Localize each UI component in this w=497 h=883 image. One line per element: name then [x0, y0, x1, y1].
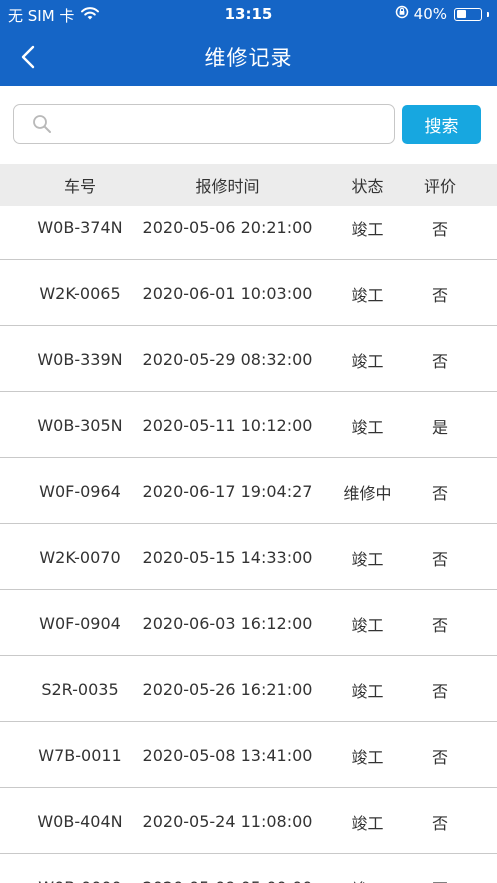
- cell-plate: S2R-0035: [41, 680, 119, 699]
- search-input[interactable]: [60, 105, 386, 143]
- header-status: 状态: [351, 177, 384, 196]
- table-row[interactable]: W0B-00002020-05-09 05:00:00 竣工否: [0, 854, 497, 883]
- cell-status: 竣工: [351, 219, 384, 239]
- cell-report-time: 2020-05-29 08:32:00: [142, 350, 313, 369]
- cell-rating: 否: [410, 866, 470, 883]
- cell-status: 竣工: [351, 615, 384, 635]
- cell-status: 竣工: [351, 549, 384, 569]
- cell-plate: W0B-305N: [37, 416, 123, 435]
- table-row[interactable]: W0B-404N 2020-05-24 11:08:00 竣工 否: [0, 788, 497, 854]
- status-right: 40%: [395, 5, 489, 23]
- cell-plate: W0F-0904: [39, 614, 121, 633]
- cell-rating: 否: [431, 483, 448, 503]
- cell-rating: 否: [431, 747, 448, 767]
- cell-report-time: 2020-05-09 05:00:00: [140, 866, 315, 883]
- cell-report-time: 2020-06-17 19:04:27: [142, 482, 313, 501]
- search-field[interactable]: [13, 104, 395, 144]
- battery-icon: [454, 7, 482, 21]
- orientation-lock-icon: [395, 5, 409, 23]
- cell-plate: W0B-0000: [20, 866, 140, 883]
- cell-status: 竣工: [351, 747, 384, 767]
- cell-report-time: 2020-06-01 10:03:00: [142, 284, 313, 303]
- cell-plate: W0B-404N: [37, 812, 123, 831]
- header-plate: 车号: [63, 177, 96, 196]
- cell-report-time: 2020-05-08 13:41:00: [142, 746, 313, 765]
- cell-status: 竣工: [351, 351, 384, 371]
- cell-rating: 否: [431, 615, 448, 635]
- cell-plate: W0B-374N: [37, 218, 123, 237]
- cell-report-time: 2020-05-11 10:12:00: [142, 416, 313, 435]
- table-header: 车号 报修时间 状态 评价: [0, 164, 497, 206]
- table-row[interactable]: W0F-0964 2020-06-17 19:04:27 维修中 否: [0, 458, 497, 524]
- cell-status: 竣工: [351, 285, 384, 305]
- search-icon: [32, 114, 52, 138]
- cell-rating: 否: [431, 351, 448, 371]
- battery-fill: [456, 10, 466, 18]
- status-bar: 无 SIM 卡 13:15 40%: [0, 0, 497, 28]
- cell-report-time: 2020-05-24 11:08:00: [142, 812, 313, 831]
- header-report-time: 报修时间: [195, 177, 260, 196]
- cell-report-time: 2020-05-06 20:21:00: [142, 218, 313, 237]
- cell-plate: W0B-339N: [37, 350, 123, 369]
- nav-bar: 维修记录: [0, 28, 497, 86]
- cell-report-time: 2020-05-26 16:21:00: [142, 680, 313, 699]
- cell-status: 竣工: [330, 866, 405, 883]
- cell-status: 竣工: [351, 813, 384, 833]
- table-row[interactable]: W0B-305N 2020-05-11 10:12:00 竣工 是: [0, 392, 497, 458]
- table-row[interactable]: W0B-339N 2020-05-29 08:32:00 竣工 否: [0, 326, 497, 392]
- cell-plate: W2K-0070: [39, 548, 121, 567]
- table-row[interactable]: W0B-374N 2020-05-06 20:21:00 竣工 否: [0, 206, 497, 260]
- cell-rating: 是: [431, 417, 448, 437]
- header-rating: 评价: [423, 177, 456, 196]
- record-list[interactable]: W0B-374N 2020-05-06 20:21:00 竣工否 W2K-0065 20…: [0, 206, 497, 883]
- cell-status: 维修中: [343, 483, 392, 503]
- cell-rating: 否: [431, 813, 448, 833]
- table-row[interactable]: S2R-0035 2020-05-26 16:21:00 竣工 否: [0, 656, 497, 722]
- cell-plate: W2K-0065: [39, 284, 121, 303]
- cell-rating: 否: [431, 285, 448, 305]
- search-button[interactable]: 搜索: [402, 105, 481, 144]
- cell-status: 竣工: [351, 681, 384, 701]
- cell-plate: W0F-0964: [39, 482, 121, 501]
- cell-status: 竣工: [351, 417, 384, 437]
- search-bar: 搜索: [0, 86, 497, 164]
- table-row[interactable]: W0F-0904 2020-06-03 16:12:00 竣工 否: [0, 590, 497, 656]
- cell-plate: W7B-0011: [38, 746, 122, 765]
- table-row[interactable]: W7B-0011 2020-05-08 13:41:00 竣工 否: [0, 722, 497, 788]
- table-row[interactable]: W2K-0065 2020-06-01 10:03:00 竣工 否: [0, 260, 497, 326]
- battery-tip: [487, 11, 489, 17]
- page-title: 维修记录: [204, 46, 293, 70]
- table-row[interactable]: W2K-0070 2020-05-15 14:33:00 竣工 否: [0, 524, 497, 590]
- cell-rating: 否: [431, 681, 448, 701]
- cell-report-time: 2020-06-03 16:12:00: [142, 614, 313, 633]
- cell-report-time: 2020-05-15 14:33:00: [142, 548, 313, 567]
- battery-percent: 40%: [413, 5, 447, 23]
- cell-rating: 否: [431, 549, 448, 569]
- cell-rating: 否: [431, 219, 448, 239]
